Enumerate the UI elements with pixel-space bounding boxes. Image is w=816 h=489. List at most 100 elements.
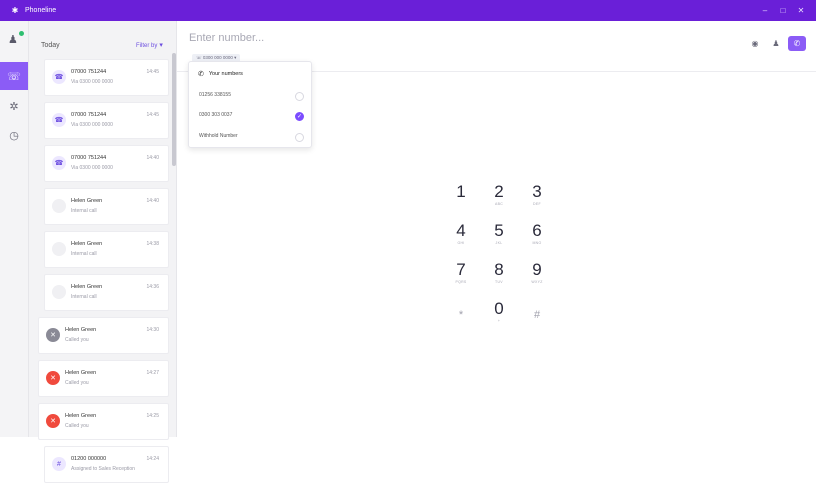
- hash-icon: #: [52, 457, 66, 471]
- keypad-key[interactable]: 9 WXYZ: [523, 261, 551, 293]
- call-list: ☎ 07000 751244 Via 0300 000 0000 14:45 ☎ 0700…: [38, 59, 169, 489]
- radio-button[interactable]: [295, 92, 304, 101]
- caller-name: 07000 751244: [71, 155, 107, 161]
- caller-name: Helen Green: [65, 413, 97, 419]
- history-icon[interactable]: ◷: [0, 129, 28, 142]
- call-time: 14:36: [146, 284, 159, 290]
- key-digit: 7: [456, 260, 466, 279]
- minimize-button[interactable]: –: [756, 6, 774, 15]
- keypad-key[interactable]: 0 +: [485, 300, 513, 332]
- keypad-key[interactable]: *: [447, 300, 475, 332]
- number-option[interactable]: Withhold Number: [199, 133, 304, 143]
- close-button[interactable]: ✕: [792, 6, 810, 15]
- keypad-key[interactable]: 3 DEF: [523, 183, 551, 215]
- call-detail: Internal call: [71, 251, 97, 257]
- call-time: 14:40: [146, 198, 159, 204]
- nav-item-calls[interactable]: ☏: [0, 62, 28, 90]
- phone-icon: ☎: [52, 156, 66, 170]
- caller-name: 01200 000000: [71, 456, 107, 462]
- contacts-icon[interactable]: ♟: [767, 36, 785, 51]
- keypad-key[interactable]: 6 MNO: [523, 222, 551, 254]
- call-detail: Internal call: [71, 208, 97, 214]
- phone-icon: ☎: [52, 113, 66, 127]
- section-title: Today: [41, 42, 60, 49]
- call-time: 14:40: [146, 155, 159, 161]
- radio-button-checked[interactable]: ✓: [295, 112, 304, 121]
- caller-name: Helen Green: [71, 241, 103, 247]
- key-digit: 6: [532, 221, 542, 240]
- call-list-item[interactable]: ✕ Helen Green Called you 14:27: [38, 360, 169, 397]
- keypad-key[interactable]: #: [523, 300, 551, 332]
- keypad-key[interactable]: 7 PQRS: [447, 261, 475, 293]
- radio-button[interactable]: [295, 133, 304, 142]
- internal-icon: [52, 242, 66, 256]
- key-letters: +: [497, 319, 501, 323]
- call-time: 14:30: [146, 327, 159, 333]
- keypad-key[interactable]: 1: [447, 183, 475, 215]
- key-letters: TUV: [495, 280, 503, 284]
- key-digit: #: [533, 309, 541, 321]
- key-letters: MNO: [532, 241, 542, 245]
- key-digit: 4: [456, 221, 466, 240]
- call-detail: Internal call: [71, 294, 97, 300]
- missed-call-icon: ✕: [46, 371, 60, 385]
- settings-icon[interactable]: ✲: [0, 100, 28, 113]
- filter-dropdown[interactable]: Filter by ▾: [136, 41, 163, 49]
- key-digit: 9: [532, 260, 542, 279]
- caller-name: 07000 751244: [71, 69, 107, 75]
- call-detail: Called you: [65, 380, 89, 386]
- option-label: 0300 303 0037: [199, 112, 233, 118]
- caller-name: 07000 751244: [71, 112, 107, 118]
- nav-rail: ♟ ☏ ✲ ◷: [0, 21, 29, 437]
- call-list-item[interactable]: Helen Green Internal call 14:36: [44, 274, 169, 311]
- app-logo-icon: ✱: [11, 5, 19, 15]
- scrollbar-thumb[interactable]: [172, 53, 176, 166]
- caller-name: Helen Green: [71, 284, 103, 290]
- chevron-down-icon: ▾: [159, 42, 163, 49]
- key-letters: DEF: [533, 202, 541, 206]
- key-digit: 0: [494, 299, 504, 318]
- keypad-key[interactable]: 8 TUV: [485, 261, 513, 293]
- call-time: 14:24: [146, 456, 159, 462]
- call-list-item[interactable]: ☎ 07000 751244 Via 0300 000 0000 14:45: [44, 102, 169, 139]
- call-list-item[interactable]: #01200 000000 Assigned to Sales Reception…: [44, 446, 169, 483]
- caller-name: Helen Green: [65, 327, 97, 333]
- call-history-panel: Today Filter by ▾ ☎ 07000 751244 Via 0300 0…: [29, 21, 177, 483]
- call-list-item[interactable]: ☎ 07000 751244 Via 0300 000 0000 14:40: [44, 145, 169, 182]
- call-list-item[interactable]: ✕ Helen Green Called you 14:25: [38, 403, 169, 440]
- keypad-key[interactable]: 2 ABC: [485, 183, 513, 215]
- call-list-item[interactable]: Helen Green Internal call 14:40: [44, 188, 169, 225]
- call-list-item[interactable]: Helen Green Internal call 14:38: [44, 231, 169, 268]
- call-detail: Assigned to Sales Reception: [71, 466, 135, 472]
- call-detail: Called you: [65, 423, 89, 429]
- missed-call-icon: ✕: [46, 328, 60, 342]
- number-option[interactable]: 0300 303 0037 ✓: [199, 112, 304, 122]
- app-title: Phoneline: [25, 7, 57, 14]
- call-list-item[interactable]: ☎ 07000 751244 Via 0300 000 0000 14:45: [44, 59, 169, 96]
- call-detail: Called you: [65, 337, 89, 343]
- call-list-item[interactable]: ✕ Helen Green Called you 14:30: [38, 317, 169, 354]
- call-button[interactable]: ✆: [788, 36, 806, 51]
- call-detail: Via 0300 000 0000: [71, 79, 113, 85]
- option-label: Withhold Number: [199, 133, 238, 139]
- dropdown-title: Your numbers: [208, 71, 243, 77]
- phone-icon: ☎: [52, 70, 66, 84]
- number-option[interactable]: 01256 338155: [199, 92, 304, 102]
- call-time: 14:25: [146, 413, 159, 419]
- key-digit: 8: [494, 260, 504, 279]
- calls-icon: ☏: [7, 70, 21, 83]
- keypad: 1 2 ABC 3 DEF 4 GHI 5 JKL 6 MNO 7 PQRS 8 TUV 9 WXYZ * 0 + #: [445, 181, 571, 331]
- number-input[interactable]: Enter number...: [189, 32, 264, 44]
- missed-call-icon: ✕: [46, 414, 60, 428]
- maximize-button[interactable]: □: [774, 6, 792, 15]
- internal-icon: [52, 199, 66, 213]
- key-letters: GHI: [457, 241, 465, 245]
- filter-label: Filter by: [136, 43, 158, 49]
- phone-icon: ✆: [198, 71, 204, 78]
- keypad-key[interactable]: 5 JKL: [485, 222, 513, 254]
- call-detail: Via 0300 000 0000: [71, 122, 113, 128]
- internal-icon: [52, 285, 66, 299]
- caller-id-dropdown: ✆ Your numbers 01256 338155 0300 303 003…: [188, 61, 312, 148]
- keypad-key[interactable]: 4 GHI: [447, 222, 475, 254]
- speaker-icon[interactable]: ◉: [746, 36, 764, 51]
